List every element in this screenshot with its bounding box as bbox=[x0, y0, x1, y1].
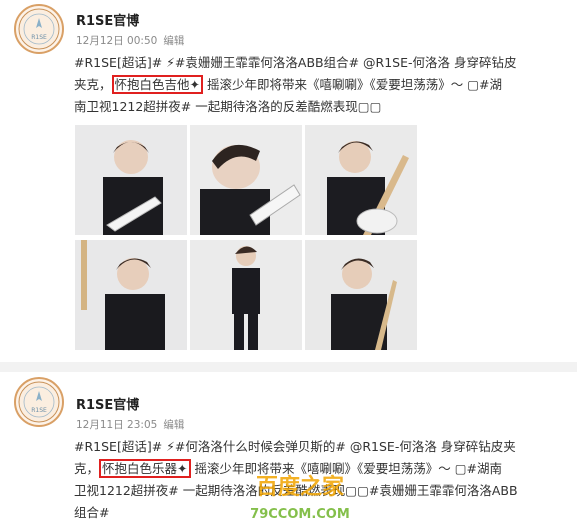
highlight-box: 怀抱白色吉他✦ bbox=[111, 75, 203, 94]
avatar[interactable]: R1SE bbox=[14, 4, 64, 54]
post-text: #R1SE[超话]# ⚡#袁姗姗王霏霏何洛洛ABB组合# @R1SE-何洛洛 身… bbox=[74, 52, 570, 118]
edit-link[interactable]: 编辑 bbox=[163, 419, 184, 431]
photo-5[interactable] bbox=[190, 240, 302, 350]
svg-text:R1SE: R1SE bbox=[31, 407, 47, 414]
photo-2[interactable] bbox=[190, 125, 302, 235]
watermark-logo: 百度之家 79CCOM.COM bbox=[250, 474, 350, 522]
post-time[interactable]: 12月11日 23:05 bbox=[76, 419, 157, 431]
svg-text:R1SE: R1SE bbox=[31, 34, 47, 41]
r1se-logo-icon: R1SE bbox=[18, 381, 60, 423]
svg-text:百度之家: 百度之家 bbox=[256, 474, 345, 500]
highlight-box: 怀抱白色乐器✦ bbox=[99, 459, 191, 478]
photo-6[interactable] bbox=[305, 240, 417, 350]
svg-text:79CCOM.COM: 79CCOM.COM bbox=[250, 507, 350, 522]
post-meta: 12月12日 00:50 编辑 bbox=[76, 33, 184, 48]
post-line: #R1SE[超话]# ⚡#何洛洛什么时候会弹贝斯的# @R1SE-何洛洛 身穿碎… bbox=[74, 439, 516, 454]
post-line: #R1SE[超话]# ⚡#袁姗姗王霏霏何洛洛ABB组合# @R1SE-何洛洛 身… bbox=[74, 55, 517, 70]
photo-image bbox=[75, 240, 187, 350]
photo-image bbox=[190, 125, 302, 235]
post-meta: 12月11日 23:05 编辑 bbox=[76, 417, 184, 432]
post-line: 夹克， 怀抱白色吉他✦ 摇滚少年即将带来《嘻唰唰》《爱要坦荡荡》～ ▢#湖 bbox=[74, 75, 502, 94]
r1se-logo-icon: R1SE bbox=[18, 8, 60, 50]
photo-3[interactable] bbox=[305, 125, 417, 235]
post-divider bbox=[0, 362, 577, 372]
photo-image bbox=[305, 125, 417, 235]
photo-image bbox=[190, 240, 302, 350]
photo-image bbox=[75, 125, 187, 235]
post-time[interactable]: 12月12日 00:50 bbox=[76, 35, 157, 47]
photo-4[interactable] bbox=[75, 240, 187, 350]
edit-link[interactable]: 编辑 bbox=[163, 35, 184, 47]
avatar[interactable]: R1SE bbox=[14, 377, 64, 427]
photo-image bbox=[305, 240, 417, 350]
author-name[interactable]: R1SE官博 bbox=[76, 10, 139, 29]
author-name[interactable]: R1SE官博 bbox=[76, 394, 139, 413]
photo-grid bbox=[75, 125, 417, 350]
post-line: 南卫视1212超拼夜# 一起期待洛洛的反差酷燃表现▢▢ bbox=[74, 99, 382, 114]
photo-1[interactable] bbox=[75, 125, 187, 235]
